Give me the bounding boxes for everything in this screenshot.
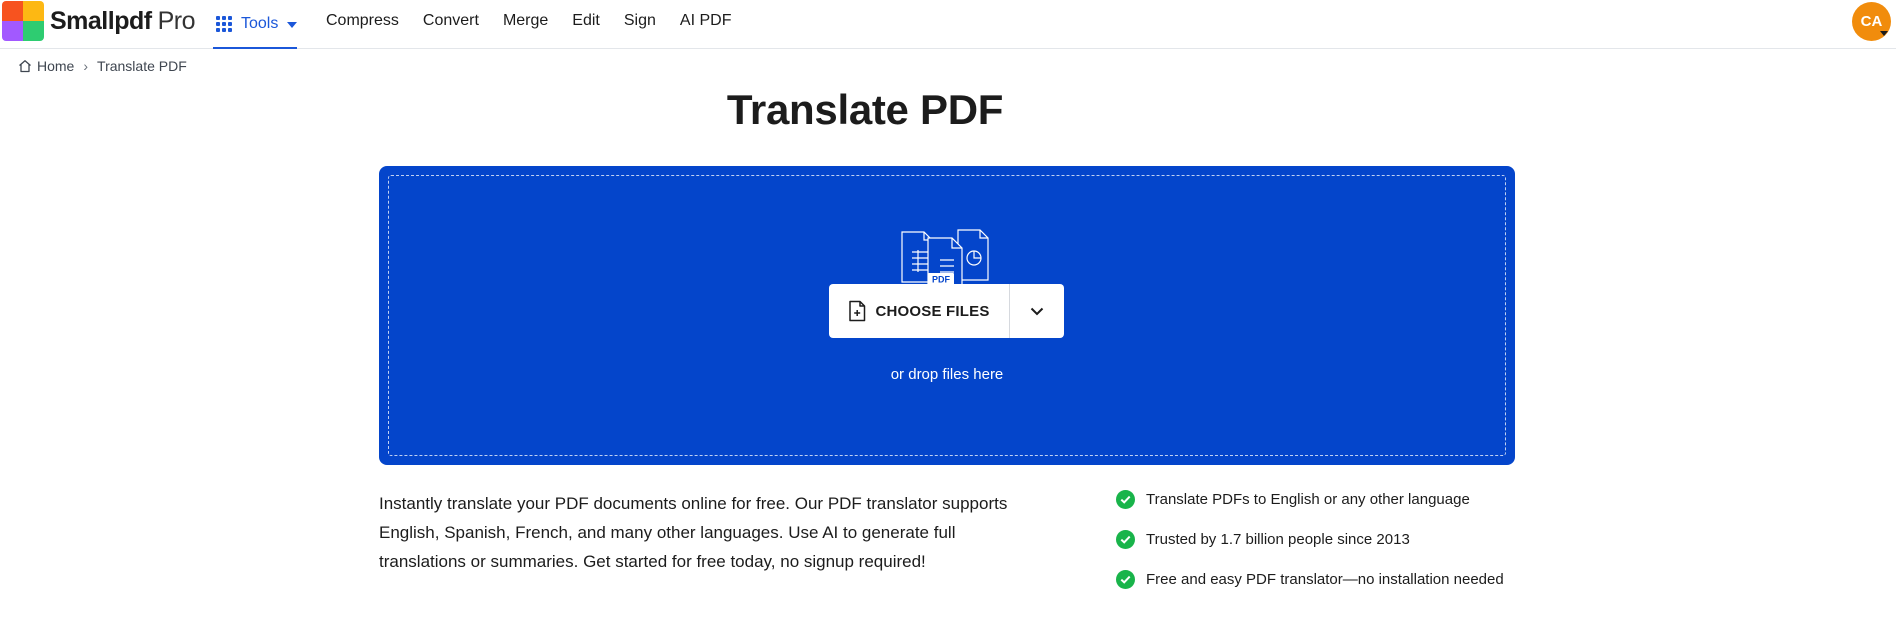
documents-illustration-icon: PDF <box>901 229 989 290</box>
benefit-text: Translate PDFs to English or any other l… <box>1146 490 1470 508</box>
choose-files-button[interactable]: CHOOSE FILES <box>829 284 1010 338</box>
file-add-icon <box>849 300 866 322</box>
grid-icon <box>216 15 232 32</box>
benefit-text: Trusted by 1.7 billion people since 2013 <box>1146 530 1410 548</box>
pdf-badge-label: PDF <box>932 275 951 285</box>
logo-mark-icon <box>2 1 44 41</box>
tool-description: Instantly translate your PDF documents o… <box>379 494 1008 571</box>
drop-files-hint: or drop files here <box>890 366 1004 383</box>
check-circle-icon <box>1116 569 1135 589</box>
nav-item-compress[interactable]: Compress <box>314 0 411 42</box>
choose-files-label: CHOOSE FILES <box>875 302 990 320</box>
benefits-list: Translate PDFs to English or any other l… <box>1116 489 1504 609</box>
list-item: Free and easy PDF translator—no installa… <box>1116 569 1504 589</box>
nav-item-sign[interactable]: Sign <box>612 0 668 42</box>
page-title-text: Translate PDF <box>726 86 1004 133</box>
breadcrumb: Home › Translate PDF <box>18 58 187 74</box>
choose-files-group: CHOOSE FILES <box>829 284 1064 338</box>
nav-item-ai-pdf[interactable]: AI PDF <box>668 0 744 42</box>
list-item: Trusted by 1.7 billion people since 2013 <box>1116 529 1504 549</box>
top-header: Smallpdf Pro Tools Compress Convert Merg… <box>0 0 1896 49</box>
main-nav: Tools Compress Convert Merge Edit Sign A… <box>213 0 743 49</box>
check-circle-icon <box>1116 529 1135 549</box>
caret-down-icon <box>287 21 298 28</box>
logo-text: Smallpdf Pro <box>50 7 195 36</box>
avatar-caret-icon[interactable] <box>1880 31 1888 36</box>
tools-label: Tools <box>241 14 279 32</box>
plan-name: Pro <box>157 6 196 35</box>
nav-item-convert[interactable]: Convert <box>411 0 491 42</box>
choose-source-dropdown-button[interactable] <box>1010 284 1064 338</box>
breadcrumb-home-link[interactable]: Home <box>37 58 74 74</box>
check-circle-icon <box>1116 489 1135 509</box>
chevron-right-icon: › <box>83 58 89 74</box>
benefit-text: Free and easy PDF translator—no installa… <box>1146 570 1504 588</box>
list-item: Translate PDFs to English or any other l… <box>1116 489 1504 509</box>
breadcrumb-current: Translate PDF <box>97 58 187 74</box>
nav-item-edit[interactable]: Edit <box>560 0 612 42</box>
tools-menu-button[interactable]: Tools <box>213 0 298 49</box>
home-icon <box>19 60 31 73</box>
file-dropzone[interactable]: PDF CHOOSE FILES or drop files here <box>379 166 1515 465</box>
chevron-down-icon <box>1030 307 1044 315</box>
page-title: Translate PDF <box>0 86 1896 134</box>
nav-item-merge[interactable]: Merge <box>491 0 560 42</box>
brand-name: Smallpdf <box>50 6 152 35</box>
smallpdf-logo[interactable]: Smallpdf Pro <box>2 1 195 41</box>
